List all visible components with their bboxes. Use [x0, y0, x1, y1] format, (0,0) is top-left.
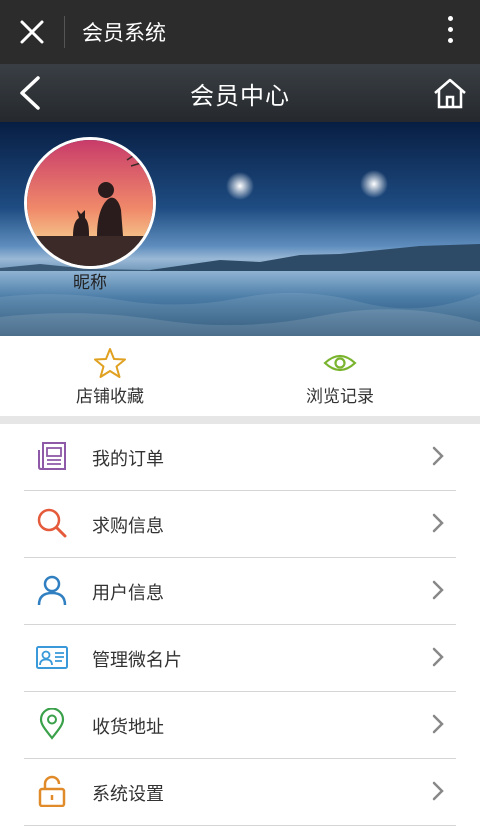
- wechat-title: 会员系统: [82, 21, 166, 45]
- menu-item-business-card[interactable]: 管理微名片: [24, 625, 456, 692]
- menu-item-label: 收货地址: [92, 717, 164, 738]
- chevron-right-icon: [432, 446, 444, 466]
- chevron-right-icon: [432, 781, 444, 801]
- menu-item-system-settings[interactable]: 系统设置: [24, 759, 456, 826]
- chevron-right-icon: [432, 647, 444, 667]
- menu-item-label: 我的订单: [92, 449, 164, 470]
- search-icon: [37, 508, 67, 538]
- home-icon[interactable]: [432, 76, 468, 110]
- menu-item-shipping-address[interactable]: 收货地址: [24, 692, 456, 759]
- page-title: 会员中心: [190, 82, 290, 110]
- chevron-right-icon: [432, 714, 444, 734]
- menu-item-label: 用户信息: [92, 583, 164, 604]
- avatar[interactable]: [24, 137, 156, 269]
- menu-item-label: 管理微名片: [92, 650, 182, 671]
- menu-item-user-info[interactable]: 用户信息: [24, 558, 456, 625]
- chevron-right-icon: [432, 580, 444, 600]
- eye-icon: [323, 354, 357, 372]
- section-separator: [0, 416, 480, 424]
- shop-favorites-label: 店铺收藏: [76, 387, 144, 407]
- order-icon: [38, 442, 66, 470]
- quick-actions: 店铺收藏 浏览记录: [0, 336, 480, 416]
- location-icon: [39, 708, 65, 740]
- close-icon[interactable]: [18, 18, 46, 46]
- star-icon: [94, 348, 126, 378]
- avatar-image: [27, 140, 153, 266]
- nickname: 昵称: [73, 273, 107, 293]
- card-icon: [36, 646, 68, 669]
- menu-item-label: 系统设置: [92, 784, 164, 805]
- menu-list: 我的订单 求购信息 用户信息 管理微名片 收货地址 系统设置: [0, 424, 480, 826]
- wechat-title-bar: 会员系统: [0, 0, 480, 64]
- app-header: 会员中心: [0, 64, 480, 122]
- chevron-right-icon: [432, 513, 444, 533]
- menu-item-my-orders[interactable]: 我的订单: [24, 424, 456, 491]
- browse-history-label: 浏览记录: [306, 387, 374, 407]
- title-divider: [64, 16, 65, 48]
- shop-favorites-button[interactable]: 店铺收藏: [0, 336, 230, 416]
- profile-banner: 昵称: [0, 122, 480, 336]
- user-icon: [37, 575, 67, 606]
- browse-history-button[interactable]: 浏览记录: [220, 336, 460, 416]
- more-options-icon[interactable]: [446, 16, 454, 48]
- menu-item-label: 求购信息: [92, 516, 164, 537]
- lock-icon: [38, 775, 66, 807]
- menu-item-purchase-requests[interactable]: 求购信息: [24, 491, 456, 558]
